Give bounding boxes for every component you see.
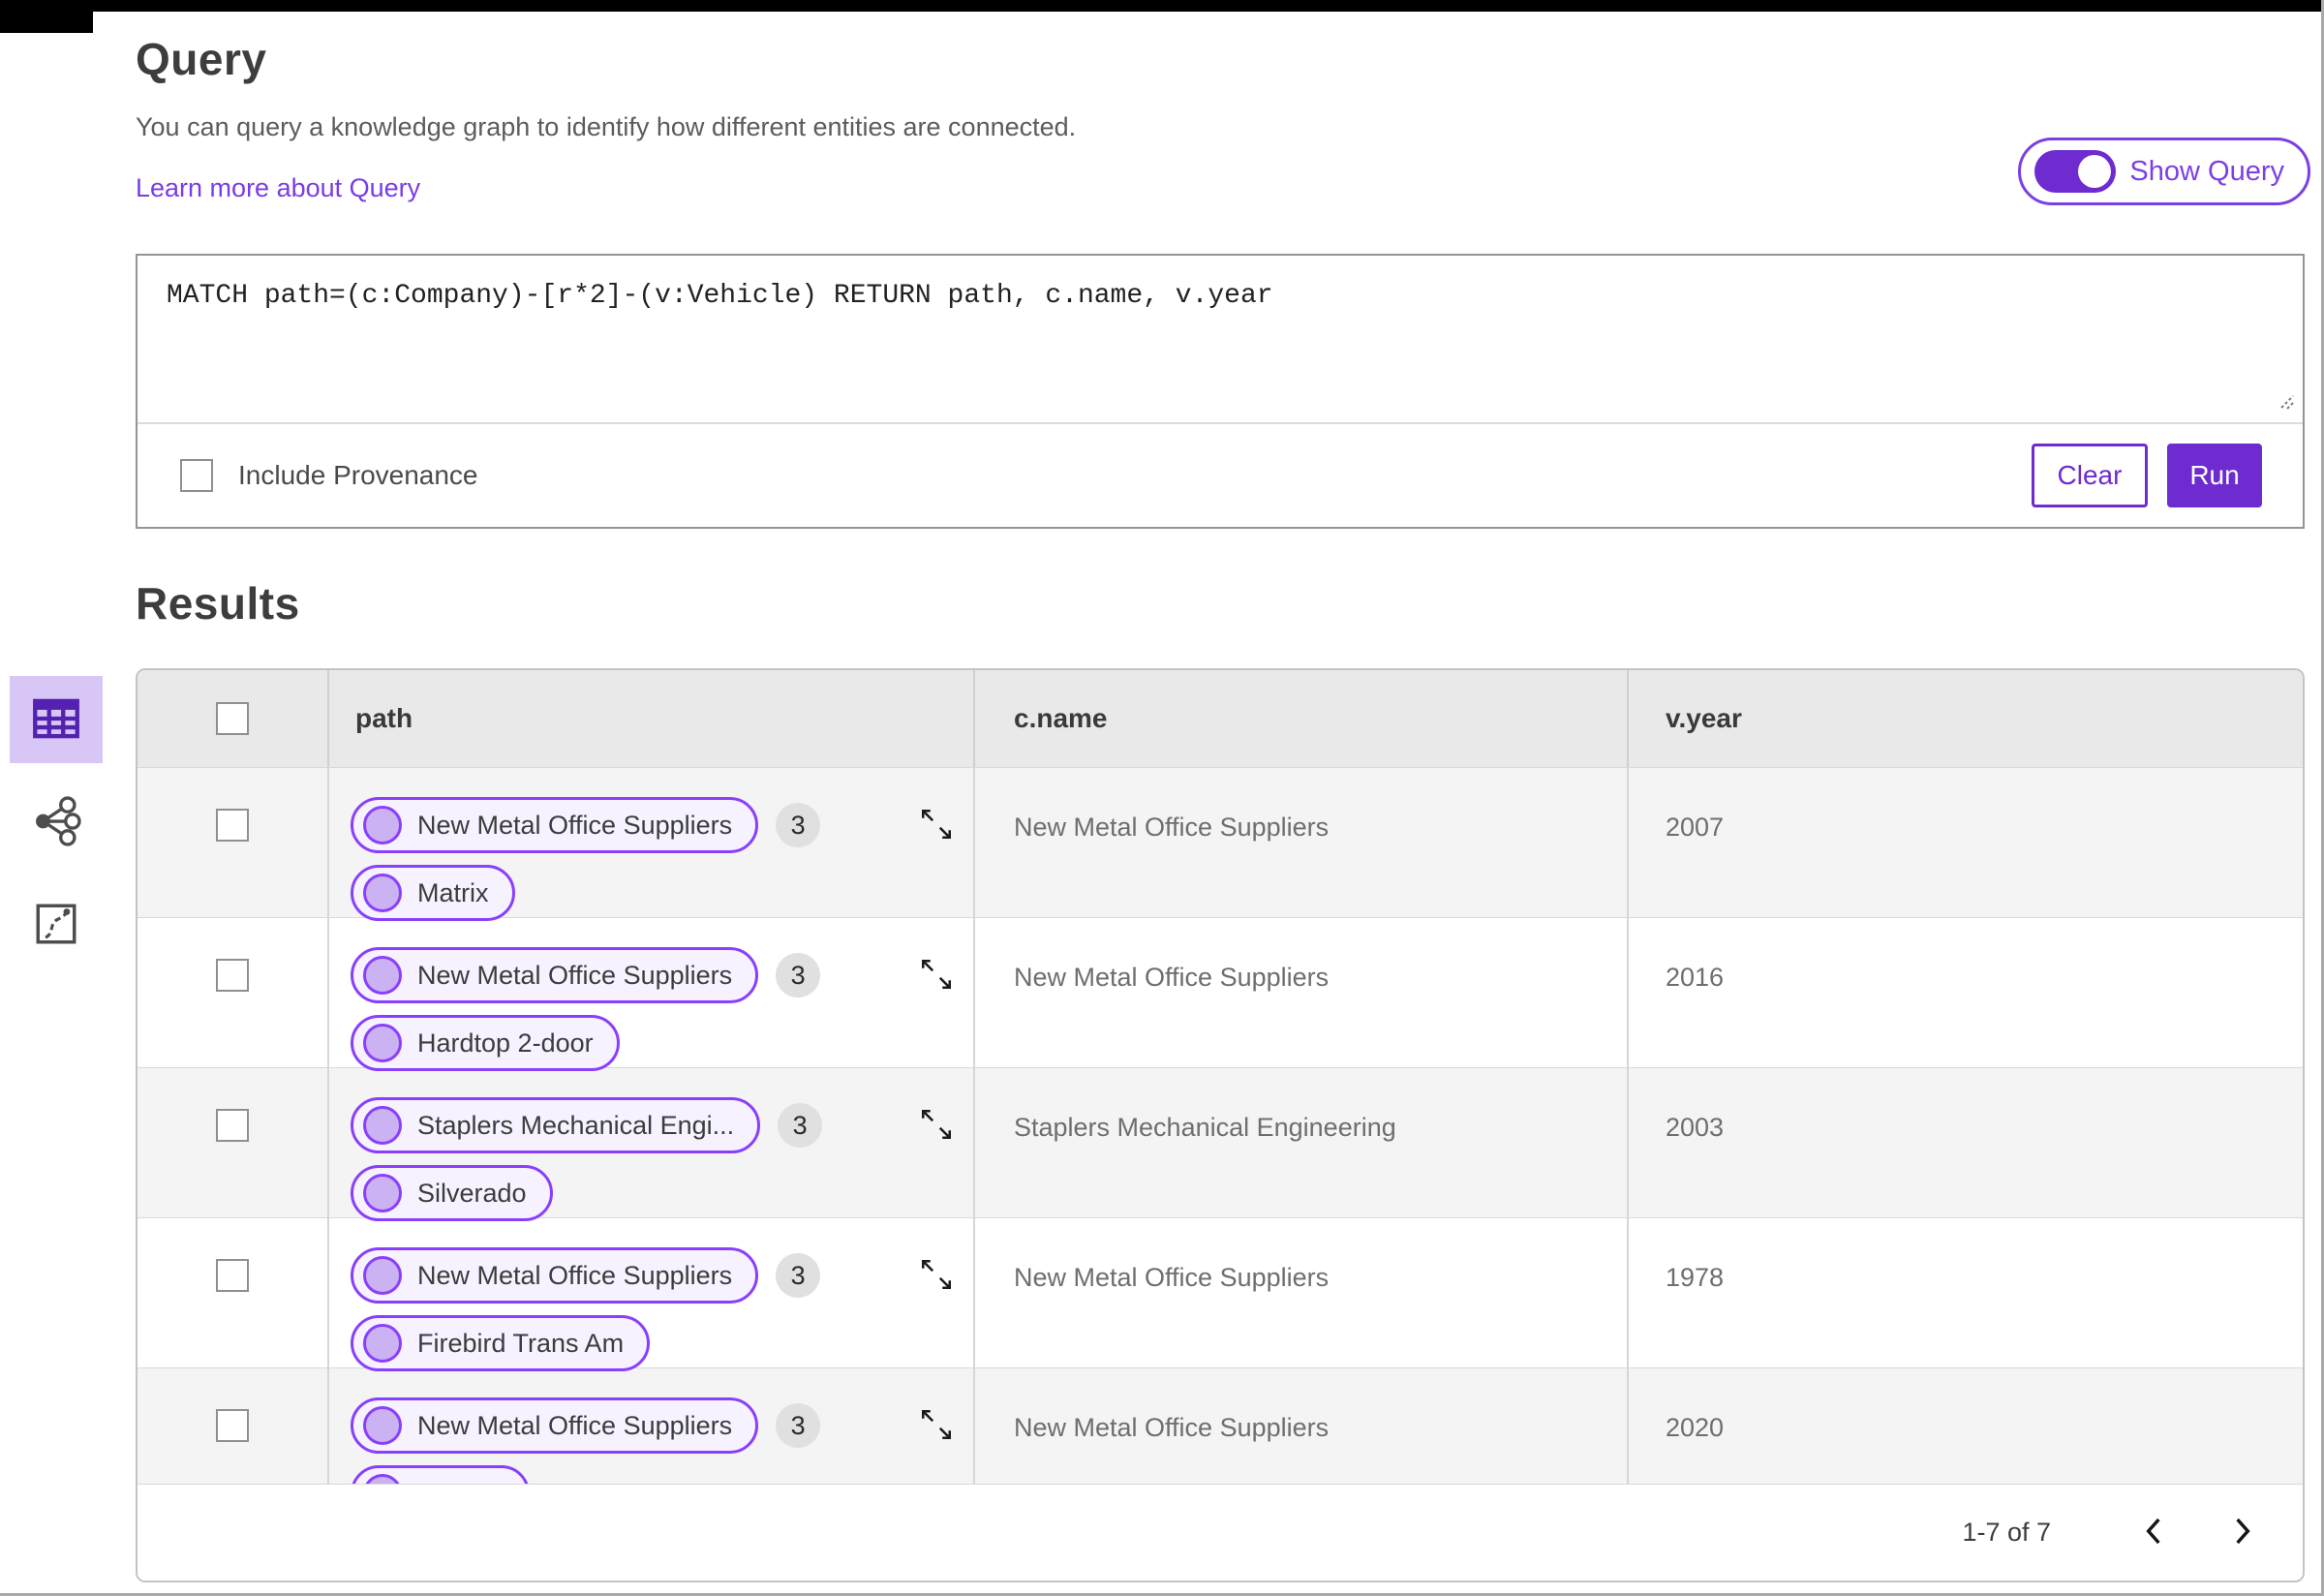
path-node-label: New Metal Office Suppliers: [417, 1410, 733, 1440]
table-row: New Metal Office Suppliers 3 Matrix New …: [138, 767, 2303, 921]
column-header-path: path: [329, 670, 975, 767]
view-item-graph[interactable]: [10, 779, 103, 866]
graph-node-icon: [363, 806, 402, 844]
path-node-label: Staplers Mechanical Engi...: [417, 1110, 735, 1140]
edge-count-badge: 3: [776, 1253, 821, 1298]
path-node-label: New Metal Office Suppliers: [417, 1260, 733, 1290]
cname-cell: New Metal Office Suppliers: [975, 1368, 1629, 1484]
chevron-right-icon: [2231, 1516, 2254, 1550]
select-all-checkbox[interactable]: [216, 702, 249, 735]
top-left-black-block: [0, 0, 93, 33]
expand-diagonal-arrows-icon[interactable]: [917, 955, 956, 998]
page-description: You can query a knowledge graph to ident…: [136, 112, 1077, 141]
path-node-label: Firebird Trans Am: [417, 1328, 625, 1358]
show-query-toggle[interactable]: Show Query: [2018, 138, 2310, 205]
results-title: Results: [136, 578, 300, 629]
query-editor-footer: Include Provenance Clear Run: [138, 422, 2303, 527]
edge-count-badge: 3: [776, 1403, 821, 1448]
clear-button[interactable]: Clear: [2032, 444, 2148, 507]
table-icon: [28, 691, 84, 750]
cname-cell: New Metal Office Suppliers: [975, 918, 1629, 1071]
map-route-icon: [32, 900, 80, 951]
path-node-pill[interactable]: Ranger: [351, 1465, 530, 1484]
vyear-cell: 2016: [1666, 963, 1725, 992]
vyear-cell: 1978: [1666, 1263, 1725, 1292]
show-query-label: Show Query: [2129, 155, 2284, 187]
query-editor-card: MATCH path=(c:Company)-[r*2]-(v:Vehicle)…: [136, 254, 2305, 529]
table-row: New Metal Office Suppliers 3 Ranger New …: [138, 1367, 2303, 1484]
graph-node-icon: [363, 874, 402, 912]
row-checkbox[interactable]: [216, 1259, 249, 1292]
path-node-pill[interactable]: Silverado: [351, 1165, 553, 1221]
expand-diagonal-arrows-icon[interactable]: [917, 805, 956, 848]
path-node-pill[interactable]: Staplers Mechanical Engi...: [351, 1097, 761, 1153]
path-node-pill[interactable]: New Metal Office Suppliers: [351, 1247, 759, 1304]
vyear-cell: 2007: [1666, 813, 1725, 842]
expand-diagonal-arrows-icon[interactable]: [917, 1105, 956, 1149]
path-node-pill[interactable]: New Metal Office Suppliers: [351, 1397, 759, 1454]
path-node-label: Matrix: [417, 877, 489, 907]
cname-cell: New Metal Office Suppliers: [975, 1218, 1629, 1371]
table-header-row: path c.name v.year: [138, 670, 2303, 767]
cname-cell: New Metal Office Suppliers: [975, 768, 1629, 921]
view-item-table[interactable]: [10, 676, 103, 763]
path-node-label: New Metal Office Suppliers: [417, 960, 733, 990]
view-item-map[interactable]: [10, 881, 103, 968]
row-checkbox[interactable]: [216, 959, 249, 992]
path-node-label: Ranger: [417, 1479, 504, 1485]
view-switcher: [10, 676, 103, 968]
expand-diagonal-arrows-icon[interactable]: [917, 1255, 956, 1299]
path-node-pill[interactable]: Firebird Trans Am: [351, 1315, 651, 1371]
path-node-pill[interactable]: Matrix: [351, 865, 515, 921]
next-page-button[interactable]: [2217, 1508, 2268, 1558]
graph-node-icon: [363, 1106, 402, 1145]
edge-count-badge: 3: [778, 1103, 823, 1148]
table-row: New Metal Office Suppliers 3 Firebird Tr…: [138, 1217, 2303, 1371]
table-row: New Metal Office Suppliers 3 Hardtop 2-d…: [138, 917, 2303, 1071]
path-node-pill[interactable]: New Metal Office Suppliers: [351, 797, 759, 853]
results-table-card: path c.name v.year New Metal Office Supp…: [136, 668, 2305, 1582]
top-black-bar: [0, 0, 2324, 12]
toggle-on-icon: [2034, 150, 2117, 193]
query-textarea[interactable]: MATCH path=(c:Company)-[r*2]-(v:Vehicle)…: [138, 256, 2303, 422]
path-node-pill[interactable]: New Metal Office Suppliers: [351, 947, 759, 1003]
include-provenance-label: Include Provenance: [238, 460, 478, 490]
include-provenance-checkbox[interactable]: [180, 459, 213, 492]
table-pagination: 1-7 of 7: [138, 1484, 2303, 1581]
path-node-pill[interactable]: Hardtop 2-door: [351, 1015, 620, 1071]
column-header-cname: c.name: [975, 670, 1629, 767]
query-text: MATCH path=(c:Company)-[r*2]-(v:Vehicle)…: [167, 281, 1273, 311]
vyear-cell: 2020: [1666, 1413, 1725, 1442]
row-checkbox[interactable]: [216, 1109, 249, 1142]
network-graph-icon: [30, 795, 82, 850]
table-row: Staplers Mechanical Engi... 3 Silverado …: [138, 1067, 2303, 1221]
cname-cell: Staplers Mechanical Engineering: [975, 1068, 1629, 1221]
previous-page-button[interactable]: [2128, 1508, 2179, 1558]
row-checkbox[interactable]: [216, 809, 249, 842]
edge-count-badge: 3: [776, 803, 821, 847]
page-title: Query: [136, 34, 267, 84]
graph-node-icon: [363, 1024, 402, 1062]
graph-node-icon: [363, 1174, 402, 1212]
graph-node-icon: [363, 1256, 402, 1295]
learn-more-link[interactable]: Learn more about Query: [136, 173, 420, 203]
graph-node-icon: [363, 1406, 402, 1445]
expand-diagonal-arrows-icon[interactable]: [917, 1405, 956, 1449]
table-body: New Metal Office Suppliers 3 Matrix New …: [138, 767, 2303, 1484]
path-node-label: New Metal Office Suppliers: [417, 810, 733, 840]
include-provenance-option[interactable]: Include Provenance: [180, 459, 478, 492]
edge-count-badge: 3: [776, 953, 821, 998]
path-node-label: Silverado: [417, 1178, 527, 1208]
graph-node-icon: [363, 956, 402, 995]
row-checkbox[interactable]: [216, 1409, 249, 1442]
path-node-label: Hardtop 2-door: [417, 1028, 594, 1058]
graph-node-icon: [363, 1474, 402, 1484]
column-header-vyear: v.year: [1666, 703, 1742, 733]
graph-node-icon: [363, 1324, 402, 1363]
vyear-cell: 2003: [1666, 1113, 1725, 1142]
pagination-range-label: 1-7 of 7: [1962, 1518, 2051, 1547]
chevron-left-icon: [2142, 1516, 2165, 1550]
run-button[interactable]: Run: [2167, 444, 2262, 507]
textarea-resize-handle-icon[interactable]: [2272, 386, 2297, 416]
